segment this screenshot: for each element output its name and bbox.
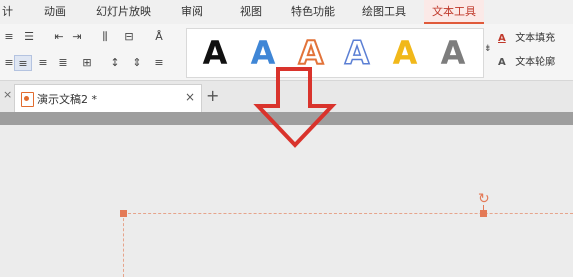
wordart-style-yellow[interactable]: A xyxy=(385,33,425,73)
align-center-icon[interactable]: ≡ xyxy=(14,55,32,71)
line-spacing-icon[interactable]: ↕ xyxy=(106,55,124,71)
wordart-style-black[interactable]: A xyxy=(195,33,235,73)
align-right-icon[interactable]: ≡ xyxy=(34,55,52,71)
close-icon[interactable]: × xyxy=(3,88,12,101)
tab-close-icon[interactable]: × xyxy=(185,90,195,104)
text-outline-button[interactable]: A 文本轮廓 xyxy=(498,54,555,72)
numbered-list-icon[interactable]: ☰ xyxy=(20,29,38,45)
menu-view[interactable]: 视图 xyxy=(240,0,262,24)
text-outline-label: 文本轮廓 xyxy=(515,57,556,68)
wordart-style-gray[interactable]: A xyxy=(433,33,473,73)
text-fill-button[interactable]: A 文本填充 xyxy=(498,30,555,48)
presentation-file-icon xyxy=(21,92,34,107)
menu-review[interactable]: 审阅 xyxy=(181,0,203,24)
document-title: 演示文稿2 * xyxy=(37,93,97,106)
menu-design[interactable]: 计 xyxy=(2,0,13,24)
menu-bar: 计 动画 幻灯片放映 审阅 视图 特色功能 绘图工具 文本工具 xyxy=(0,0,573,25)
increase-indent-icon[interactable]: ⇥ xyxy=(68,29,86,45)
gallery-more-icon[interactable]: ⇟ xyxy=(484,44,492,54)
bullet-list-icon[interactable]: ≡ xyxy=(0,29,18,45)
justify-icon[interactable]: ≣ xyxy=(54,55,72,71)
columns-icon[interactable]: ⫼ xyxy=(96,29,114,45)
menu-special-features[interactable]: 特色功能 xyxy=(291,0,335,24)
down-arrow-annotation-icon xyxy=(253,67,337,148)
textbox-top-border xyxy=(123,213,573,214)
text-outline-icon: A xyxy=(498,57,506,68)
font-size-icon[interactable]: Å xyxy=(150,29,168,45)
menu-animation[interactable]: 动画 xyxy=(44,0,66,24)
wordart-style-blue-outline[interactable]: A xyxy=(337,33,377,73)
text-fill-icon: A xyxy=(498,33,506,44)
menu-text-tools[interactable]: 文本工具 xyxy=(424,0,484,24)
menu-slideshow[interactable]: 幻灯片放映 xyxy=(96,0,151,24)
distribute-icon[interactable]: ⊞ xyxy=(78,55,96,71)
resize-handle-top-left[interactable] xyxy=(120,210,127,217)
text-direction-icon[interactable]: ⊟ xyxy=(120,29,138,45)
new-tab-icon[interactable]: + xyxy=(206,86,219,105)
document-tab[interactable]: 演示文稿2 * × xyxy=(14,84,202,112)
rotate-handle-icon[interactable]: ↻ xyxy=(478,191,490,207)
text-fill-label: 文本填充 xyxy=(515,33,556,44)
decrease-indent-icon[interactable]: ⇤ xyxy=(50,29,68,45)
menu-drawing-tools[interactable]: 绘图工具 xyxy=(362,0,406,24)
textbox-left-border xyxy=(123,213,124,277)
paragraph-spacing-icon[interactable]: ⇕ xyxy=(128,55,146,71)
vertical-align-icon[interactable]: ≡ xyxy=(150,55,168,71)
